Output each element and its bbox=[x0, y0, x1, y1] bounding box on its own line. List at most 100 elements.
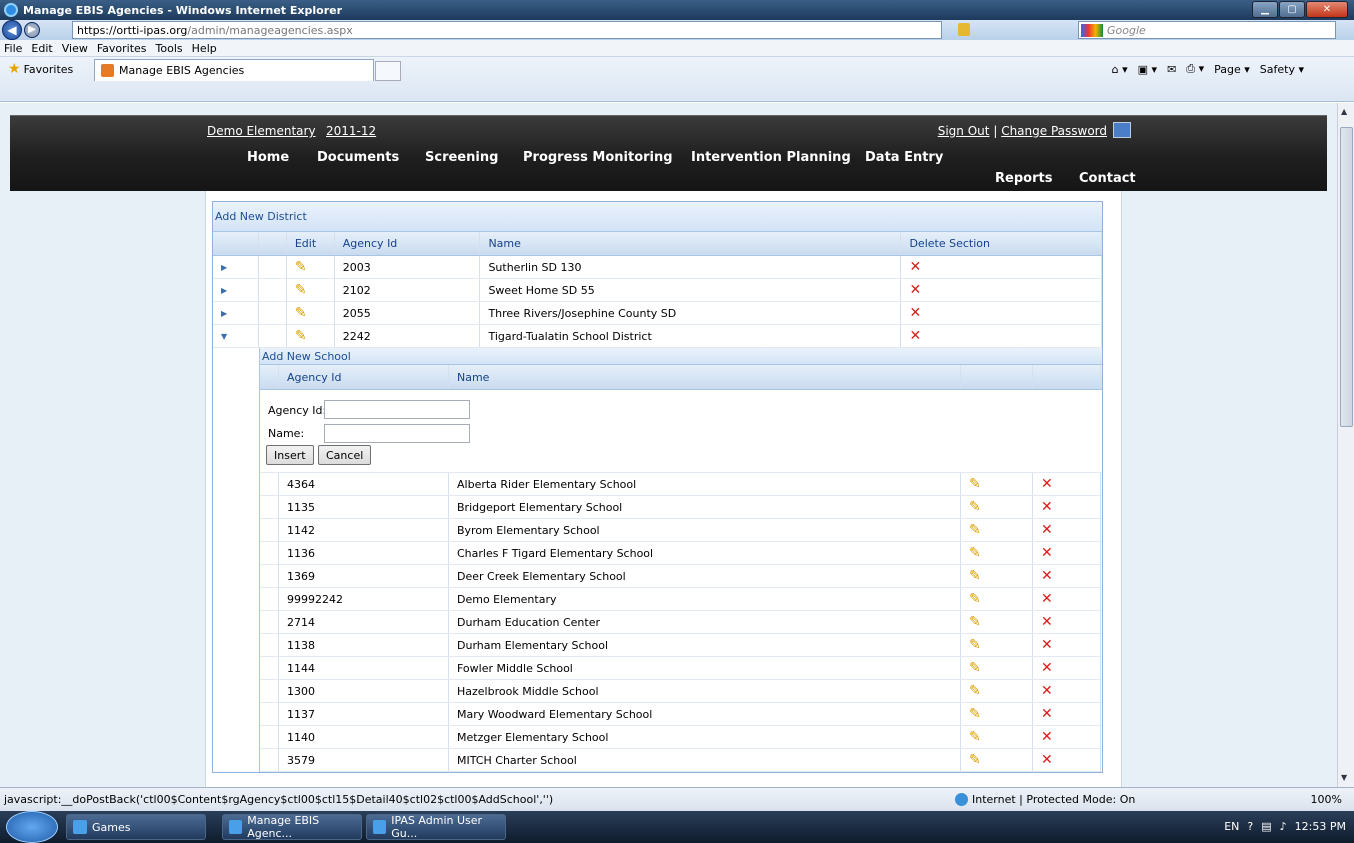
agency-id-field[interactable] bbox=[324, 400, 470, 419]
page-menu[interactable]: Page ▾ bbox=[1214, 63, 1250, 76]
pencil-icon[interactable]: ✎ bbox=[295, 259, 307, 275]
pencil-icon[interactable]: ✎ bbox=[969, 729, 981, 745]
pencil-icon[interactable]: ✎ bbox=[969, 545, 981, 561]
nav-reports[interactable]: Reports bbox=[995, 171, 1052, 186]
delete-icon[interactable]: ✕ bbox=[909, 259, 921, 275]
taskbar-item-games[interactable]: Games bbox=[66, 814, 206, 840]
nav-home[interactable]: Home bbox=[247, 150, 289, 165]
delete-icon[interactable]: ✕ bbox=[1041, 729, 1053, 745]
delete-icon[interactable]: ✕ bbox=[1041, 591, 1053, 607]
pencil-icon[interactable]: ✎ bbox=[969, 476, 981, 492]
scroll-down-icon[interactable]: ▼ bbox=[1341, 773, 1347, 782]
delete-icon[interactable]: ✕ bbox=[1041, 545, 1053, 561]
taskbar-item-ie[interactable]: Manage EBIS Agenc... bbox=[222, 814, 362, 840]
scroll-thumb[interactable] bbox=[1340, 127, 1353, 427]
pencil-icon[interactable]: ✎ bbox=[969, 591, 981, 607]
delete-icon[interactable]: ✕ bbox=[1041, 522, 1053, 538]
delete-icon[interactable]: ✕ bbox=[1041, 614, 1053, 630]
change-password-link[interactable]: Change Password bbox=[1001, 124, 1107, 138]
menu-view[interactable]: View bbox=[62, 42, 88, 55]
nav-progress-monitoring[interactable]: Progress Monitoring bbox=[523, 150, 673, 165]
delete-icon[interactable]: ✕ bbox=[909, 328, 921, 344]
sign-out-link[interactable]: Sign Out bbox=[938, 124, 990, 138]
pencil-icon[interactable]: ✎ bbox=[969, 683, 981, 699]
add-new-school-button[interactable]: Add New School bbox=[262, 350, 351, 363]
header-name[interactable]: Name bbox=[480, 232, 902, 255]
security-zone[interactable]: Internet | Protected Mode: On bbox=[955, 793, 1135, 806]
taskbar-item-word[interactable]: IPAS Admin User Gu... bbox=[366, 814, 506, 840]
menu-help[interactable]: Help bbox=[192, 42, 217, 55]
delete-icon[interactable]: ✕ bbox=[1041, 752, 1053, 768]
mail-icon[interactable]: ✉ bbox=[1167, 63, 1176, 76]
volume-icon[interactable]: ♪ bbox=[1280, 820, 1287, 833]
expand-button[interactable]: ▶ bbox=[213, 302, 259, 324]
school-link[interactable]: Demo Elementary bbox=[207, 124, 316, 138]
user-icon[interactable] bbox=[1113, 122, 1131, 138]
feeds-icon[interactable]: ▣ ▾ bbox=[1138, 63, 1157, 76]
language-indicator[interactable]: EN bbox=[1224, 820, 1239, 833]
scroll-up-icon[interactable]: ▲ bbox=[1341, 107, 1347, 116]
delete-icon[interactable]: ✕ bbox=[909, 305, 921, 321]
insert-button[interactable]: Insert bbox=[266, 445, 314, 465]
minimize-button[interactable]: ▁ bbox=[1252, 1, 1278, 18]
help-icon[interactable]: ? bbox=[1247, 820, 1253, 833]
favorites-button[interactable]: ★ Favorites bbox=[8, 61, 73, 77]
pencil-icon[interactable]: ✎ bbox=[969, 522, 981, 538]
pencil-icon[interactable]: ✎ bbox=[969, 499, 981, 515]
name-field[interactable] bbox=[324, 424, 470, 443]
nav-data-entry[interactable]: Data Entry bbox=[865, 150, 943, 165]
delete-icon[interactable]: ✕ bbox=[1041, 660, 1053, 676]
delete-icon[interactable]: ✕ bbox=[1041, 706, 1053, 722]
delete-icon[interactable]: ✕ bbox=[1041, 683, 1053, 699]
home-icon[interactable]: ⌂ ▾ bbox=[1112, 63, 1128, 76]
search-input[interactable]: Google bbox=[1078, 21, 1336, 39]
menu-favorites[interactable]: Favorites bbox=[97, 42, 147, 55]
delete-icon[interactable]: ✕ bbox=[1041, 637, 1053, 653]
pencil-icon[interactable]: ✎ bbox=[969, 637, 981, 653]
expand-button[interactable]: ▶ bbox=[213, 279, 259, 301]
delete-icon[interactable]: ✕ bbox=[1041, 499, 1053, 515]
start-button-icon[interactable] bbox=[6, 811, 58, 843]
delete-icon[interactable]: ✕ bbox=[909, 282, 921, 298]
nav-screening[interactable]: Screening bbox=[425, 150, 498, 165]
header-agency-id[interactable]: Agency Id bbox=[335, 232, 481, 255]
lock-icon[interactable] bbox=[958, 23, 970, 36]
menu-edit[interactable]: Edit bbox=[31, 42, 52, 55]
menu-file[interactable]: File bbox=[4, 42, 22, 55]
safety-menu[interactable]: Safety ▾ bbox=[1260, 63, 1304, 76]
menu-tools[interactable]: Tools bbox=[156, 42, 183, 55]
nav-documents[interactable]: Documents bbox=[317, 150, 399, 165]
header-name[interactable]: Name bbox=[449, 365, 961, 389]
vertical-scrollbar[interactable]: ▲ ▼ bbox=[1337, 103, 1354, 787]
add-new-district-button[interactable]: Add New District bbox=[215, 210, 307, 223]
new-tab-button[interactable] bbox=[375, 61, 401, 81]
nav-intervention-planning[interactable]: Intervention Planning bbox=[691, 150, 851, 165]
delete-icon[interactable]: ✕ bbox=[1041, 568, 1053, 584]
network-icon[interactable]: ▤ bbox=[1261, 820, 1271, 833]
zoom-level[interactable]: 100% bbox=[1311, 793, 1342, 806]
pencil-icon[interactable]: ✎ bbox=[969, 660, 981, 676]
url-input[interactable]: https://ortti-ipas.org/admin/manageagenc… bbox=[72, 21, 942, 39]
expand-button[interactable]: ▶ bbox=[213, 256, 259, 278]
cancel-button[interactable]: Cancel bbox=[318, 445, 372, 465]
print-icon[interactable]: ⎙ ▾ bbox=[1186, 62, 1204, 76]
pencil-icon[interactable]: ✎ bbox=[969, 752, 981, 768]
collapse-button[interactable]: ▼ bbox=[213, 325, 259, 347]
pencil-icon[interactable]: ✎ bbox=[969, 706, 981, 722]
forward-button[interactable]: ▶ bbox=[24, 22, 40, 38]
pencil-icon[interactable]: ✎ bbox=[295, 282, 307, 298]
close-window-button[interactable]: ✕ bbox=[1306, 1, 1348, 18]
maximize-button[interactable]: ▢ bbox=[1279, 1, 1305, 18]
clock[interactable]: 12:53 PM bbox=[1295, 820, 1346, 833]
delete-icon[interactable]: ✕ bbox=[1041, 476, 1053, 492]
header-agency-id[interactable]: Agency Id bbox=[279, 365, 449, 389]
year-link[interactable]: 2011-12 bbox=[326, 124, 376, 138]
nav-contact[interactable]: Contact bbox=[1079, 171, 1136, 186]
pencil-icon[interactable]: ✎ bbox=[295, 305, 307, 321]
pencil-icon[interactable]: ✎ bbox=[295, 328, 307, 344]
back-button[interactable]: ◀ bbox=[2, 20, 22, 40]
window-titlebar: Manage EBIS Agencies - Windows Internet … bbox=[0, 0, 1354, 20]
browser-tab[interactable]: Manage EBIS Agencies bbox=[94, 59, 374, 81]
pencil-icon[interactable]: ✎ bbox=[969, 614, 981, 630]
pencil-icon[interactable]: ✎ bbox=[969, 568, 981, 584]
